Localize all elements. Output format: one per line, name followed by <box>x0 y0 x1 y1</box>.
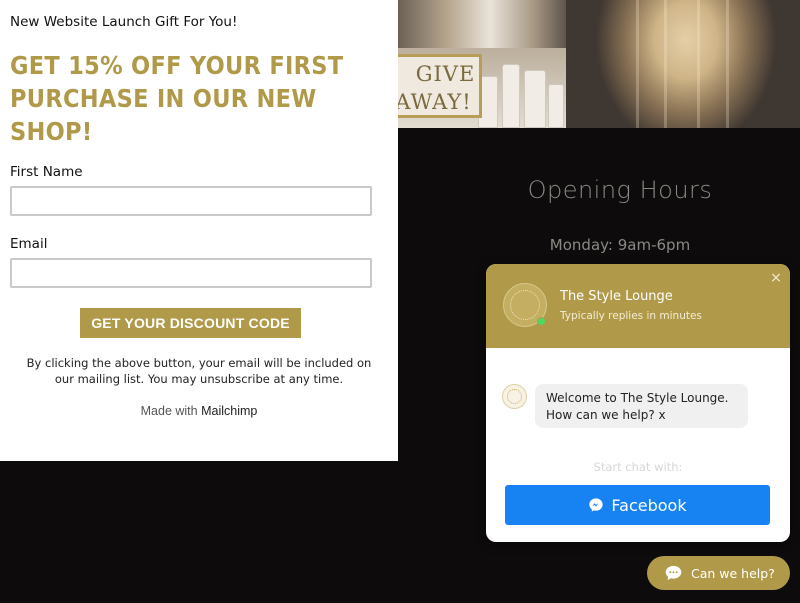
product-shelf-image <box>398 0 566 48</box>
close-icon[interactable]: × <box>768 270 784 286</box>
first-name-label: First Name <box>10 164 83 180</box>
chat-business-name: The Style Lounge <box>560 289 673 304</box>
online-status-indicator <box>537 317 546 326</box>
chat-header: The Style Lounge Typically replies in mi… <box>486 264 790 348</box>
first-name-input[interactable] <box>10 186 372 216</box>
popup-eyebrow: New Website Launch Gift For You! <box>10 14 238 30</box>
wreath-logo-icon <box>510 290 540 320</box>
hero-photo-strip: GIVE AWAY! <box>398 0 800 128</box>
opening-hours-line: Monday: 9am-6pm <box>549 236 691 254</box>
wreath-logo-icon <box>507 389 522 404</box>
popup-headline: GET 15% OFF YOUR FIRST PURCHASE IN OUR N… <box>10 51 344 146</box>
opening-hours-title: Opening Hours <box>527 176 713 204</box>
can-we-help-label: Can we help? <box>691 565 775 581</box>
facebook-chat-button[interactable]: Facebook <box>505 485 770 525</box>
mailing-list-disclaimer: By clicking the above button, your email… <box>26 356 372 386</box>
messenger-icon <box>589 498 604 512</box>
business-avatar <box>503 283 547 327</box>
message-avatar <box>502 384 527 409</box>
giveaway-photo: GIVE AWAY! <box>398 0 566 128</box>
mailchimp-link[interactable]: Mailchimp <box>201 404 257 418</box>
giveaway-sign-line2: AWAY! <box>398 90 472 114</box>
can-we-help-button[interactable]: Can we help? <box>647 556 790 590</box>
signup-popup: New Website Launch Gift For You! GET 15%… <box>0 0 398 461</box>
welcome-message-bubble: Welcome to The Style Lounge. How can we … <box>535 384 748 428</box>
chat-widget: The Style Lounge Typically replies in mi… <box>486 264 790 542</box>
made-with-mailchimp: Made with Mailchimp <box>10 404 388 418</box>
chat-bubble-icon <box>665 565 682 581</box>
product-bottles-image <box>474 56 566 128</box>
made-with-prefix: Made with <box>140 404 198 418</box>
giveaway-sign: GIVE AWAY! <box>398 54 482 118</box>
hair-photo <box>566 0 800 128</box>
get-discount-code-button[interactable]: GET YOUR DISCOUNT CODE <box>80 308 301 338</box>
email-input[interactable] <box>10 258 372 288</box>
chat-reply-status: Typically replies in minutes <box>560 310 702 322</box>
start-chat-label: Start chat with: <box>593 460 683 474</box>
giveaway-sign-line1: GIVE <box>415 62 476 86</box>
facebook-button-label: Facebook <box>611 495 687 515</box>
email-label: Email <box>10 236 48 252</box>
